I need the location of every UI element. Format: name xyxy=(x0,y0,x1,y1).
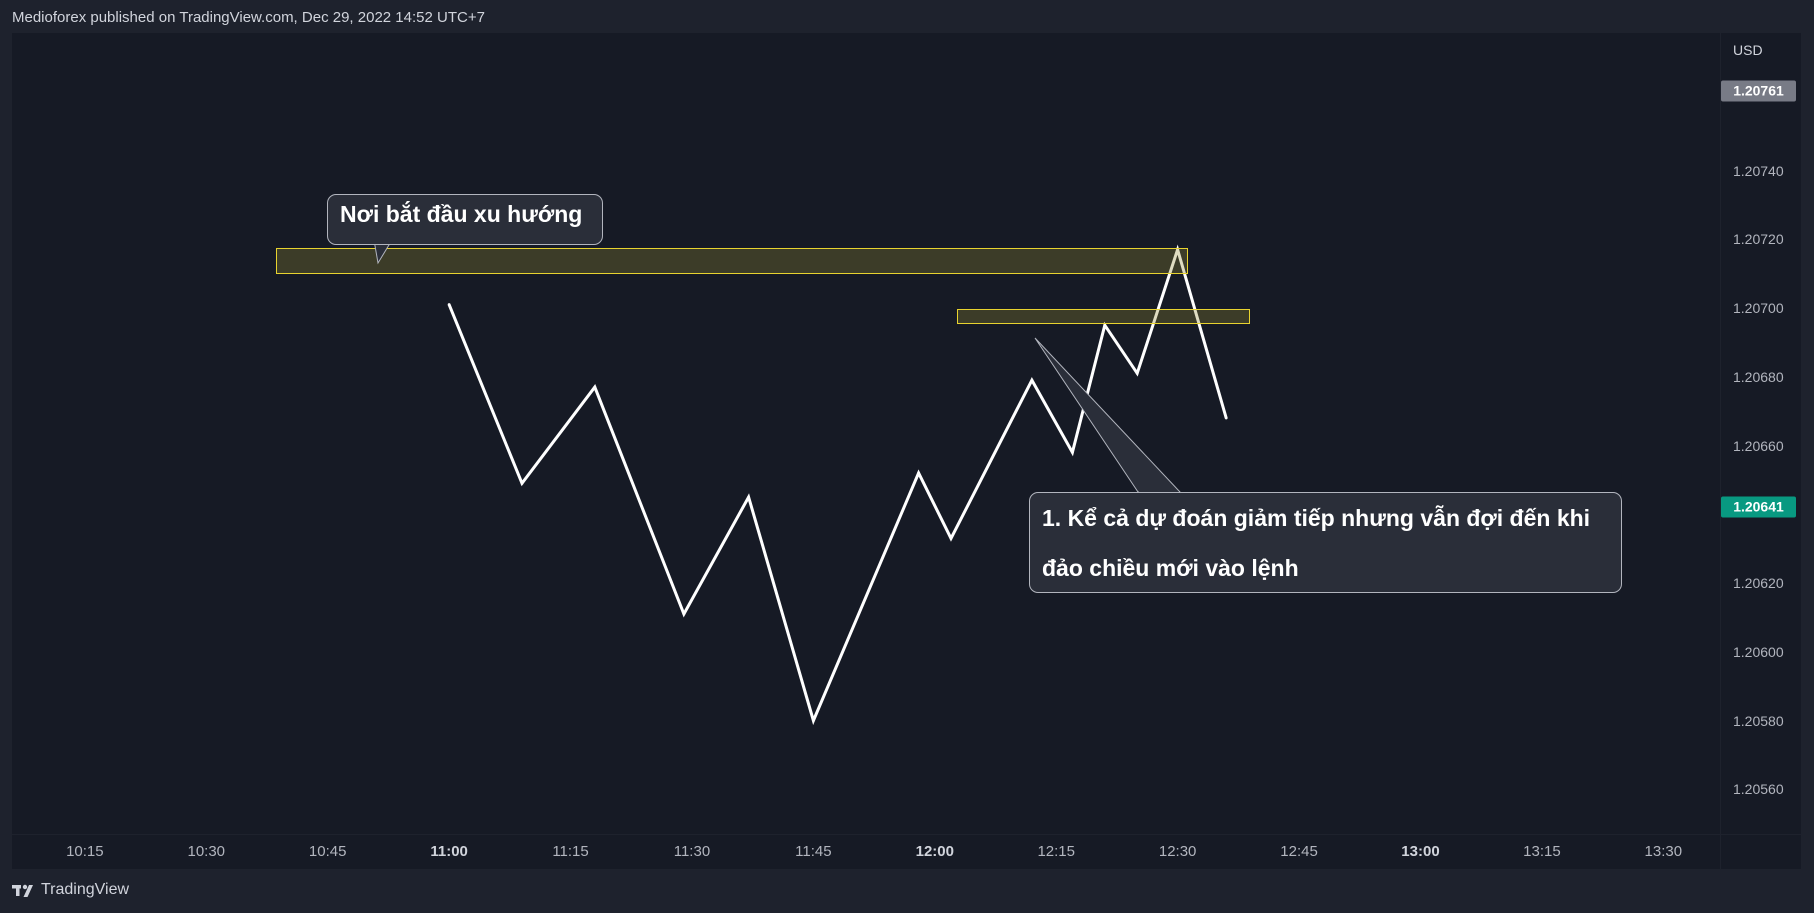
last-price-tag-high: 1.20761 xyxy=(1721,80,1796,102)
tradingview-logo-icon xyxy=(12,884,33,897)
price-tick-label: 1.20580 xyxy=(1733,712,1784,729)
chart-pane[interactable]: Nơi bắt đầu xu hướng 1. Kể cả dự đoán gi… xyxy=(12,33,1720,834)
time-tick-label: 11:15 xyxy=(552,843,589,860)
time-tick-label: 11:00 xyxy=(430,843,468,860)
callout-note-line-1: 1. Kể cả dự đoán giảm tiếp nhưng vẫn đợi… xyxy=(1042,505,1591,531)
time-tick-label: 10:15 xyxy=(66,843,104,860)
last-price-tag-current: 1.20641 xyxy=(1721,496,1796,518)
time-tick-label: 12:30 xyxy=(1158,843,1197,860)
price-tick-label: 1.20660 xyxy=(1733,437,1784,454)
time-tick-label: 13:15 xyxy=(1523,843,1561,860)
time-scale[interactable]: 10:15 10:30 10:45 11:00 11:15 11:30 11:45 12:00… xyxy=(12,835,1720,869)
price-tick-label: 1.20620 xyxy=(1733,575,1784,592)
time-tick-label: 11:30 xyxy=(673,843,711,860)
price-tick-label: 1.20600 xyxy=(1733,643,1784,660)
time-tick-label: 13:30 xyxy=(1644,843,1683,860)
time-tick-label: 13:00 xyxy=(1401,843,1440,860)
time-tick-label: 12:15 xyxy=(1037,843,1075,860)
time-tick-label: 10:45 xyxy=(308,843,347,860)
price-tick-label: 1.20720 xyxy=(1733,231,1784,248)
callout-note-line-2: đảo chiều mới vào lệnh xyxy=(1042,555,1299,581)
callout-trend-start-text: Nơi bắt đầu xu hướng xyxy=(340,201,583,227)
price-tick-label: 1.20560 xyxy=(1733,781,1784,798)
scale-corner xyxy=(1721,835,1801,869)
publisher-header: Medioforex published on TradingView.com,… xyxy=(12,9,485,26)
time-tick-label: 10:30 xyxy=(187,843,226,860)
price-tick-label: 1.20700 xyxy=(1733,300,1784,317)
currency-label: USD xyxy=(1733,42,1763,58)
time-tick-label: 12:45 xyxy=(1280,843,1318,860)
time-tick-label: 11:45 xyxy=(795,843,832,860)
time-tick-label: 12:00 xyxy=(915,843,954,860)
callout-trend-start[interactable]: Nơi bắt đầu xu hướng xyxy=(327,194,603,245)
callout-2-pointer xyxy=(1034,337,1182,493)
price-tick-label: 1.20740 xyxy=(1733,162,1784,179)
price-scale[interactable]: USD 1.20740 1.20720 1.20700 1.20680 1.20660 1… xyxy=(1721,33,1801,834)
price-tick-label: 1.20680 xyxy=(1733,368,1784,385)
callout-pointers xyxy=(369,214,1182,495)
callout-note[interactable]: 1. Kể cả dự đoán giảm tiếp nhưng vẫn đợi… xyxy=(1029,492,1622,593)
tradingview-logo-text: TradingView xyxy=(41,881,130,898)
